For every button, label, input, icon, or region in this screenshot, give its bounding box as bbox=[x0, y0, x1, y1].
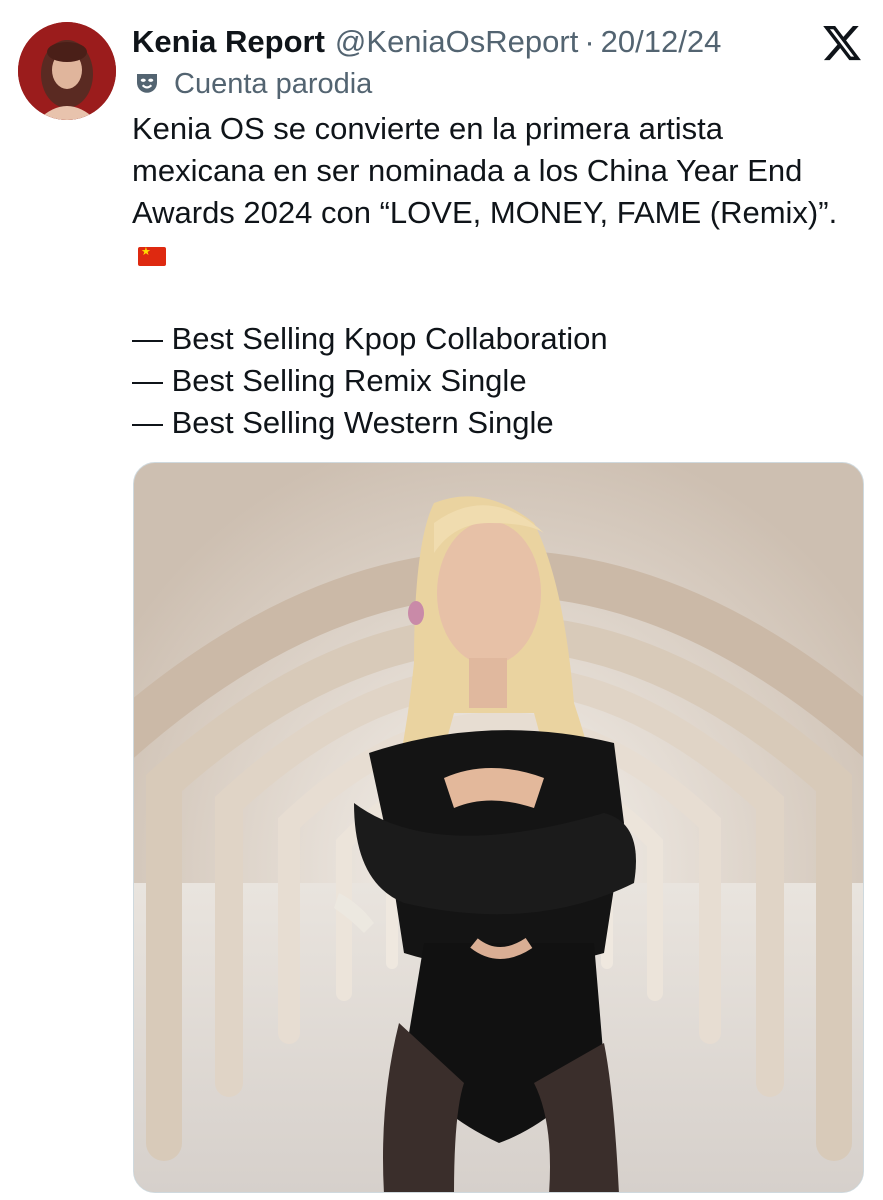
tweet-main-text: Kenia OS se convierte en la primera arti… bbox=[132, 108, 852, 276]
author-avatar[interactable] bbox=[18, 22, 116, 120]
tweet-date[interactable]: 20/12/24 bbox=[601, 24, 722, 60]
tweet-text-content: Kenia OS se convierte en la primera arti… bbox=[132, 111, 838, 230]
parody-label-text: Cuenta parodia bbox=[174, 67, 373, 100]
category-item: — Best Selling Remix Single bbox=[132, 363, 527, 398]
x-logo-icon[interactable] bbox=[821, 22, 863, 64]
category-item: — Best Selling Western Single bbox=[132, 405, 554, 440]
theater-mask-icon bbox=[132, 69, 162, 99]
tweet-header: Kenia Report @KeniaOsReport · 20/12/24 bbox=[132, 20, 773, 64]
parody-account-label: Cuenta parodia bbox=[132, 64, 372, 104]
author-handle[interactable]: @KeniaOsReport bbox=[335, 24, 578, 60]
category-item: — Best Selling Kpop Collaboration bbox=[132, 321, 608, 356]
china-flag-icon bbox=[138, 245, 166, 267]
tweet-body: Kenia OS se convierte en la primera arti… bbox=[132, 108, 852, 444]
author-display-name[interactable]: Kenia Report bbox=[132, 24, 325, 60]
tweet-photo[interactable] bbox=[133, 462, 864, 1193]
separator-dot: · bbox=[584, 24, 595, 59]
